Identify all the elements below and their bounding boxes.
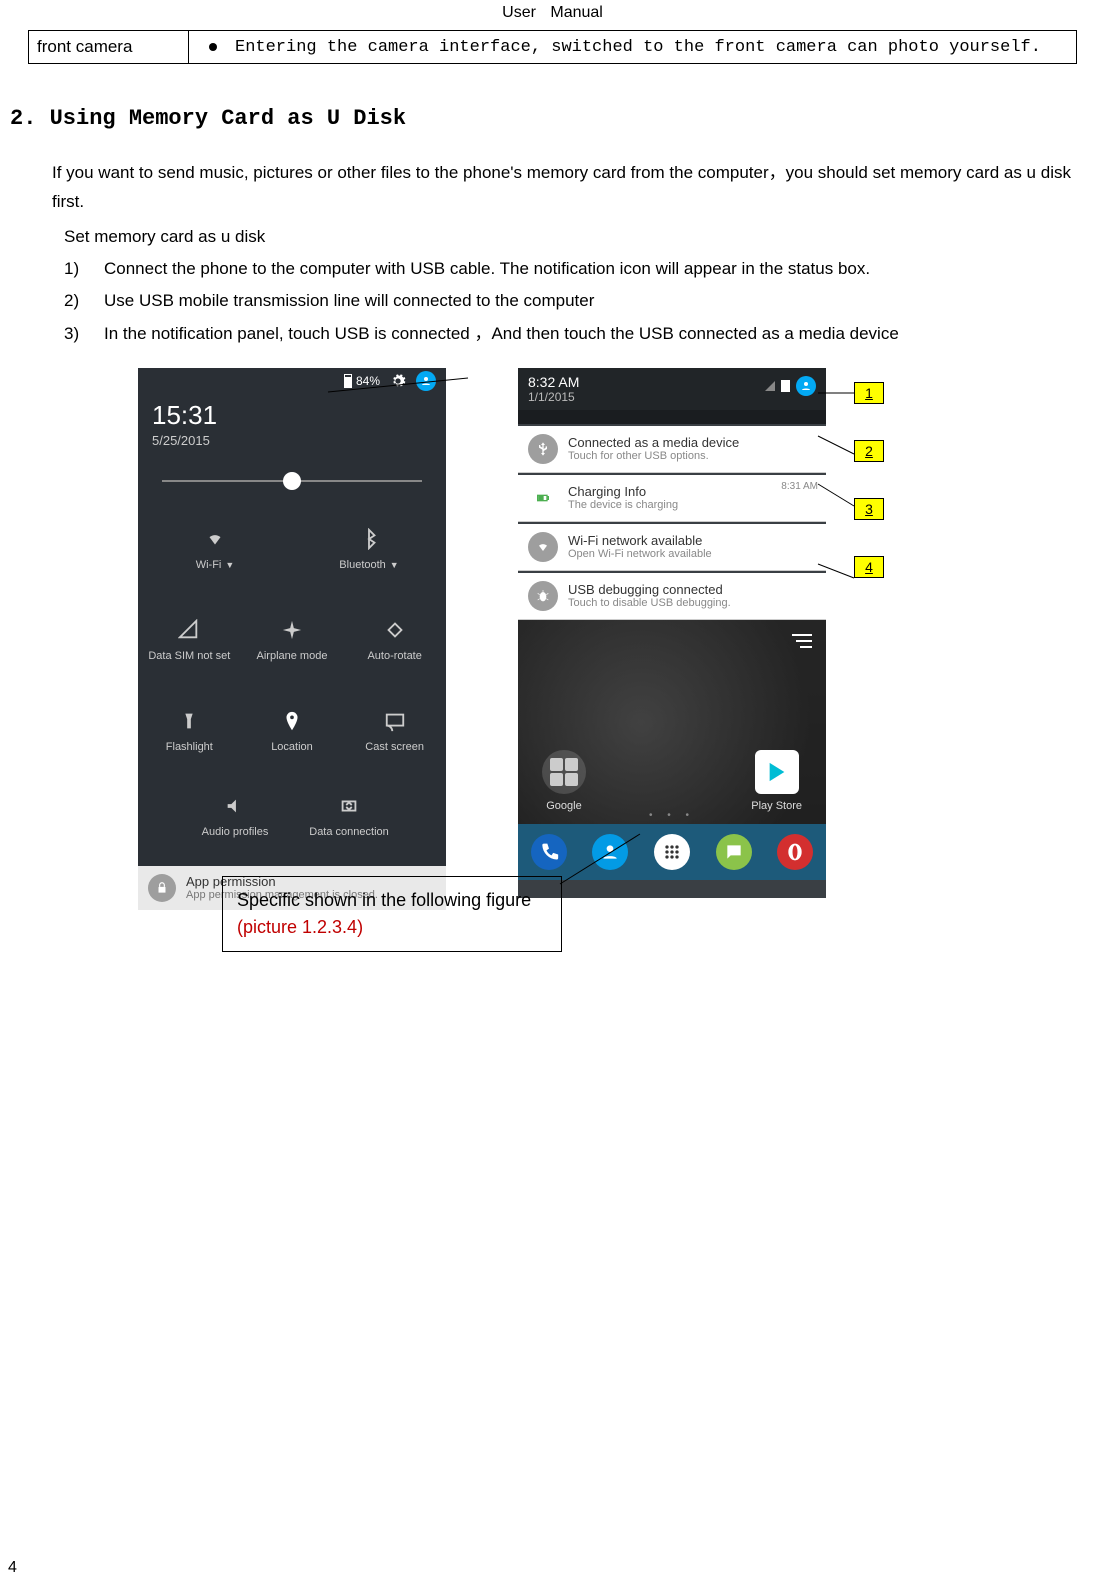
audio-tile: Audio profiles xyxy=(178,781,292,852)
menu-icon xyxy=(792,634,812,648)
audio-icon xyxy=(224,795,246,817)
messages-icon xyxy=(716,834,752,870)
bluetooth-icon xyxy=(358,528,380,550)
wifi-tile: Wi-Fi▼ xyxy=(138,514,292,585)
screenshot-quick-settings: 84% 15:31 5/25/2015 Wi-Fi▼ Bluetooth▼ Da… xyxy=(138,368,446,898)
bug-icon xyxy=(528,581,558,611)
qs-row-3: Flashlight Location Cast screen xyxy=(138,686,446,777)
wifi-icon xyxy=(528,532,558,562)
brightness-slider xyxy=(138,458,446,504)
status-icons xyxy=(765,374,816,396)
cast-icon xyxy=(384,710,406,732)
signal-icon xyxy=(178,619,200,641)
notif-media-device: Connected as a media deviceTouch for oth… xyxy=(518,426,826,473)
leader-3 xyxy=(818,484,868,509)
notif-wifi: Wi-Fi network availableOpen Wi-Fi networ… xyxy=(518,524,826,571)
data-icon xyxy=(338,795,360,817)
sub-intro: Set memory card as u disk xyxy=(64,221,1077,253)
bullet-icon xyxy=(209,43,217,51)
play-store: Play Store xyxy=(751,750,802,812)
date-text: 5/25/2015 xyxy=(152,433,432,448)
front-camera-table: front camera Entering the camera interfa… xyxy=(28,30,1077,64)
step-2: 2)Use USB mobile transmission line will … xyxy=(64,285,1077,317)
figure-area: 84% 15:31 5/25/2015 Wi-Fi▼ Bluetooth▼ Da… xyxy=(28,368,1077,948)
qs-row-4: Audio profiles Data connection xyxy=(138,777,446,866)
cast-tile: Cast screen xyxy=(343,696,446,767)
location-icon xyxy=(281,710,303,732)
google-folder: Google xyxy=(542,750,586,812)
step-1: 1)Connect the phone to the computer with… xyxy=(64,253,1077,285)
intro-text: If you want to send music, pictures or o… xyxy=(52,159,1077,217)
front-camera-desc: Entering the camera interface, switched … xyxy=(235,38,1041,57)
wifi-icon xyxy=(204,528,226,550)
flashlight-icon xyxy=(178,710,200,732)
airplane-tile: Airplane mode xyxy=(241,605,344,676)
steps-list: 1)Connect the phone to the computer with… xyxy=(64,253,1077,350)
lock-icon xyxy=(148,874,176,902)
leader-line xyxy=(328,378,508,408)
front-camera-label: front camera xyxy=(29,31,189,64)
airplane-icon xyxy=(281,619,303,641)
qs-row-1: Wi-Fi▼ Bluetooth▼ xyxy=(138,504,446,595)
avatar-icon xyxy=(796,376,816,396)
page-header: User Manual xyxy=(28,4,1077,22)
notif-charging: Charging InfoThe device is charging 8:31… xyxy=(518,475,826,522)
location-tile: Location xyxy=(241,696,344,767)
section-heading: 2. Using Memory Card as U Disk xyxy=(10,106,1077,131)
page-number: 4 xyxy=(8,1559,17,1577)
leader-4 xyxy=(818,564,868,584)
chevron-down-icon: ▼ xyxy=(390,560,399,570)
data-sim-tile: Data SIM not set xyxy=(138,605,241,676)
charging-icon xyxy=(528,483,558,513)
screenshot-notifications: 8:32 AM1/1/2015 Connected as a media dev… xyxy=(518,368,826,898)
page-indicator: • • • xyxy=(518,810,826,821)
chevron-down-icon: ▼ xyxy=(225,560,234,570)
caption-leader xyxy=(560,834,660,894)
front-camera-desc-cell: Entering the camera interface, switched … xyxy=(189,31,1077,64)
qs-row-2: Data SIM not set Airplane mode Auto-rota… xyxy=(138,595,446,686)
leader-2 xyxy=(818,436,868,456)
caption-box: Specific shown in the following figure (… xyxy=(222,876,562,952)
status-bar-2: 8:32 AM1/1/2015 xyxy=(518,368,826,410)
slider-thumb-icon xyxy=(283,472,301,490)
folder-icon xyxy=(542,750,586,794)
opera-icon xyxy=(777,834,813,870)
notif-usb-debug: USB debugging connectedTouch to disable … xyxy=(518,573,826,620)
flashlight-tile: Flashlight xyxy=(138,696,241,767)
signal-icon xyxy=(765,381,775,391)
usb-icon xyxy=(528,434,558,464)
leader-1 xyxy=(818,388,868,398)
dataconn-tile: Data connection xyxy=(292,781,406,852)
battery-icon xyxy=(781,380,790,392)
rotate-tile: Auto-rotate xyxy=(343,605,446,676)
play-icon xyxy=(755,750,799,794)
step-3: 3)In the notification panel, touch USB i… xyxy=(64,318,1077,350)
rotate-icon xyxy=(384,619,406,641)
bluetooth-tile: Bluetooth▼ xyxy=(292,514,446,585)
